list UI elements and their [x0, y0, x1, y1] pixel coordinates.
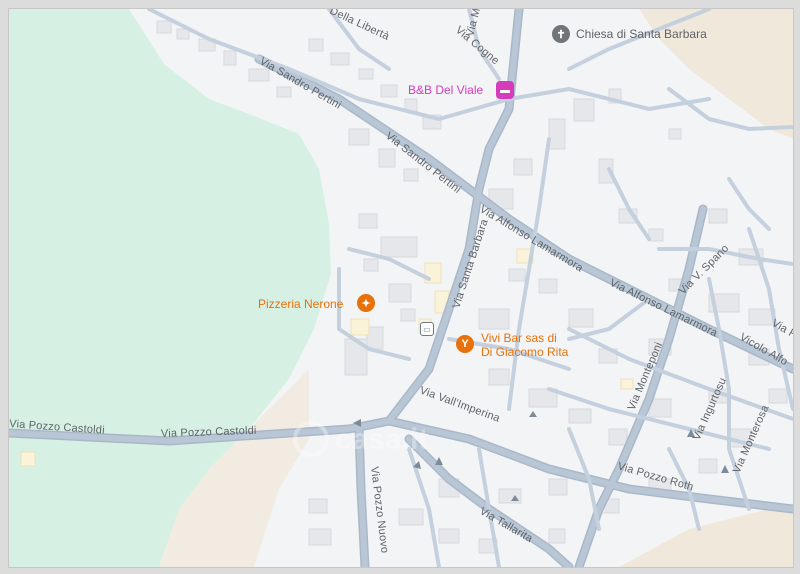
- poi-label-chiesa[interactable]: Chiesa di Santa Barbara: [576, 27, 707, 41]
- poi-label-pizzeria[interactable]: Pizzeria Nerone: [258, 297, 343, 311]
- poi-label-bnb[interactable]: B&B Del Viale: [408, 83, 483, 97]
- bus-stop-icon[interactable]: ▭: [420, 322, 434, 336]
- restaurant-icon[interactable]: ✦: [357, 294, 375, 312]
- church-icon[interactable]: ✝: [552, 25, 570, 43]
- poi-label-vivi-bar-line1[interactable]: Vivi Bar sas di: [481, 331, 557, 345]
- poi-label-vivi-bar-line2[interactable]: Di Giacomo Rita: [481, 345, 568, 359]
- map-canvas[interactable]: Via Sandro Pertini Via Sandro Pertini Vi…: [9, 9, 793, 567]
- watermark-text: casa.it: [335, 423, 428, 456]
- bar-icon[interactable]: Y: [456, 335, 474, 353]
- map-frame: Via Sandro Pertini Via Sandro Pertini Vi…: [8, 8, 794, 568]
- hotel-icon[interactable]: ▬: [496, 81, 514, 99]
